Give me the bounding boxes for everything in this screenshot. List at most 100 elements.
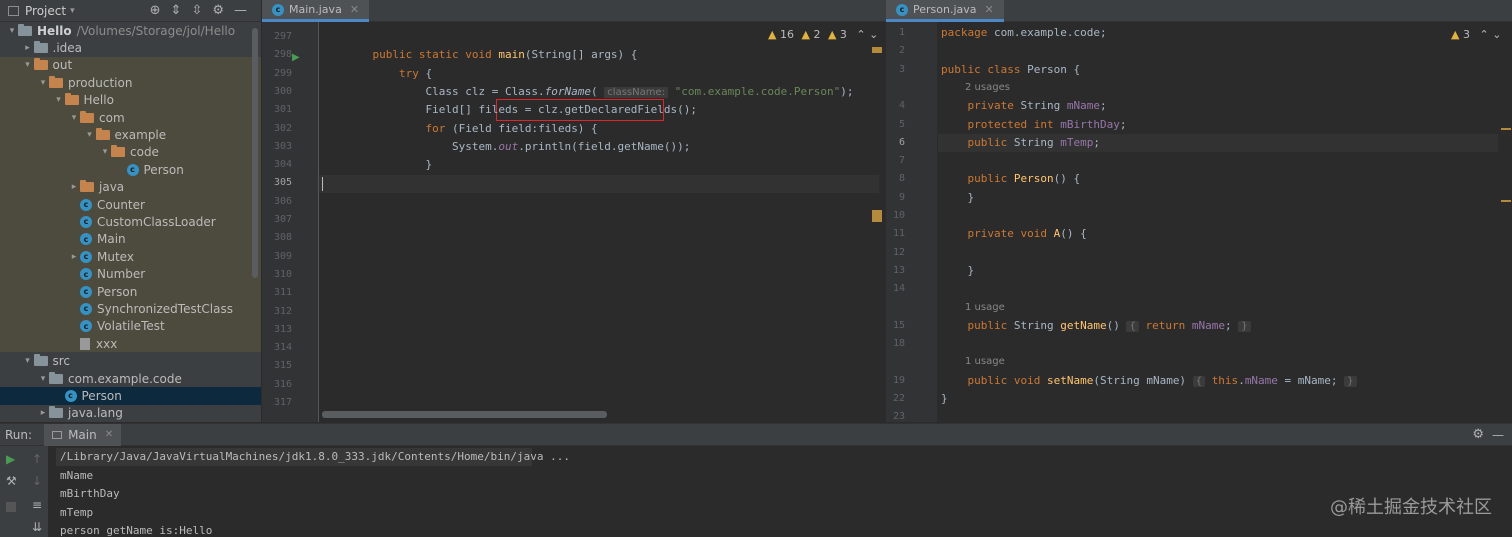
code-line[interactable]: } — [346, 158, 432, 171]
code-line[interactable]: } — [941, 392, 948, 405]
line-number: 306 — [273, 195, 292, 207]
stop-icon[interactable] — [6, 502, 16, 512]
code-line[interactable]: public static void main(String[] args) { — [346, 48, 638, 61]
code-line[interactable]: private void A() { — [941, 227, 1087, 240]
line-number: 312 — [273, 305, 292, 317]
tree-item[interactable]: xxx — [0, 335, 261, 353]
expand-icon[interactable]: ⇳ — [191, 3, 202, 18]
class-icon: c — [64, 389, 77, 402]
tree-item[interactable]: ▾ Hello/Volumes/Storage/jol/Hello — [0, 22, 261, 39]
folder-icon — [95, 128, 110, 141]
rerun-icon[interactable]: ▶ — [6, 452, 15, 466]
code-line[interactable]: public Person() { — [941, 172, 1081, 185]
down-arrow-icon[interactable]: ↓ — [32, 474, 42, 488]
usage-hint[interactable]: 2 usages — [965, 82, 1010, 93]
chevron-down-icon[interactable]: ▾ — [99, 147, 111, 157]
tree-item-label: xxx — [96, 336, 118, 351]
usage-hint[interactable]: 1 usage — [965, 356, 1005, 367]
chevron-down-icon[interactable]: ▾ — [37, 78, 49, 88]
tree-item[interactable]: ▾ src — [0, 352, 261, 369]
tree-item[interactable]: ▸ java.lang — [0, 405, 261, 422]
code-line[interactable]: public void setName(String mName) { this… — [941, 374, 1357, 387]
locate-icon[interactable]: ⊕ — [150, 3, 161, 18]
tree-item[interactable]: ▾ Hello — [0, 91, 261, 109]
dropdown-chevron-icon[interactable]: ▾ — [70, 6, 75, 16]
code-line[interactable]: } — [941, 264, 974, 277]
code-line[interactable]: package com.example.code; — [941, 26, 1107, 39]
chevron-right-icon[interactable]: ▸ — [37, 408, 49, 418]
chevron-down-icon[interactable]: ▾ — [37, 374, 49, 384]
main-editor-tabbar: c Main.java ✕ — [262, 0, 886, 22]
code-line[interactable]: try { — [346, 67, 432, 80]
code-line[interactable]: Class clz = Class.forName( className: "c… — [346, 85, 853, 98]
code-line[interactable]: public String mTemp; — [941, 136, 1100, 149]
inspection-summary[interactable]: ▲ 16 ▲ 2 ▲ 3 ⌃ ⌄ — [768, 28, 878, 41]
tree-item[interactable]: ▾ code — [0, 143, 261, 162]
tree-item[interactable]: c Main — [0, 230, 261, 249]
run-gutter-icon[interactable]: ▶ — [292, 52, 300, 63]
tree-item-label: Counter — [97, 197, 145, 212]
error-stripe — [1501, 128, 1511, 130]
usage-hint[interactable]: 1 usage — [965, 302, 1005, 313]
tree-item[interactable]: ▾ out — [0, 56, 261, 75]
main-editor[interactable]: ▲ 16 ▲ 2 ▲ 3 ⌃ ⌄ 297 298 public static vo… — [262, 22, 886, 422]
class-icon: c — [80, 268, 92, 281]
wrench-icon[interactable]: ⚒ — [6, 474, 17, 488]
up-arrow-icon[interactable]: ↑ — [32, 452, 42, 466]
hide-panel-icon[interactable]: — — [234, 3, 247, 18]
inspection-summary[interactable]: ▲ 3 ⌃ ⌄ — [1451, 28, 1501, 41]
gear-icon[interactable]: ⚙ — [1472, 427, 1484, 442]
chevron-down-icon[interactable]: ▾ — [68, 113, 80, 123]
chevron-right-icon[interactable]: ▸ — [22, 43, 34, 53]
chevron-down-icon[interactable]: ▾ — [22, 356, 34, 366]
chevron-down-icon[interactable]: ▾ — [6, 26, 18, 36]
tree-item[interactable]: ▸ c Mutex — [0, 248, 261, 266]
class-icon: c — [80, 320, 92, 333]
code-line[interactable]: Field[] fileds = clz.getDeclaredFields()… — [346, 103, 697, 116]
tree-item[interactable]: c Person — [0, 282, 261, 301]
hide-panel-icon[interactable]: — — [1492, 428, 1504, 442]
tree-item[interactable]: c Number — [0, 265, 261, 283]
collapse-all-icon[interactable]: ⇕ — [171, 3, 182, 18]
soft-wrap-icon[interactable]: ≡ — [32, 498, 42, 512]
run-config-tab[interactable]: Main ✕ — [44, 423, 122, 446]
chevron-right-icon[interactable]: ▸ — [68, 182, 80, 192]
code-line[interactable]: private String mName; — [941, 99, 1107, 112]
close-icon[interactable]: ✕ — [985, 3, 994, 16]
code-line[interactable]: System.out.println(field.getName()); — [346, 140, 690, 153]
tree-item[interactable]: c Counter — [0, 195, 261, 214]
code-line[interactable]: public String getName() { return mName; … — [941, 319, 1251, 332]
chevron-down-icon[interactable]: ▾ — [53, 95, 65, 105]
tree-item[interactable]: c Person — [0, 387, 261, 405]
chevron-down-icon: ⌄ — [869, 28, 879, 41]
gear-icon[interactable]: ⚙ — [212, 3, 224, 18]
tab-person-java[interactable]: c Person.java ✕ — [886, 0, 1004, 22]
tree-item[interactable]: ▾ example — [0, 126, 261, 144]
close-icon[interactable]: ✕ — [350, 3, 359, 16]
tree-item[interactable]: ▸ java — [0, 178, 261, 196]
tree-item[interactable]: ▾ com.example.code — [0, 370, 261, 387]
tree-item[interactable]: ▸ .idea — [0, 39, 261, 56]
person-editor[interactable]: ▲ 3 ⌃ ⌄ 1 package com.example.code; 2 3 publ… — [886, 22, 1512, 422]
code-line[interactable]: } — [941, 191, 974, 204]
chevron-right-icon[interactable]: ▸ — [68, 252, 80, 262]
chevron-down-icon[interactable]: ▾ — [22, 60, 34, 70]
folder-icon — [64, 93, 79, 106]
tree-item[interactable]: c VolatileTest — [0, 317, 261, 336]
tree-item[interactable]: ▾ production — [0, 74, 261, 92]
tree-item[interactable]: c CustomClassLoader — [0, 213, 261, 231]
close-icon[interactable]: ✕ — [105, 429, 113, 440]
chevron-down-icon[interactable]: ▾ — [84, 130, 96, 140]
code-line[interactable]: protected int mBirthDay; — [941, 118, 1127, 131]
code-line[interactable]: for (Field field:fileds) { — [346, 122, 597, 135]
project-scrollbar[interactable] — [252, 28, 258, 278]
tab-main-java[interactable]: c Main.java ✕ — [262, 0, 370, 22]
project-title[interactable]: Project — [25, 4, 66, 18]
horizontal-scrollbar[interactable] — [322, 411, 607, 418]
tree-item[interactable]: ▾ com — [0, 108, 261, 127]
code-line[interactable]: public class Person { — [941, 63, 1080, 76]
tree-item[interactable]: c SynchronizedTestClass — [0, 300, 261, 318]
tree-item[interactable]: c Person — [0, 161, 261, 179]
scroll-end-icon[interactable]: ⇊ — [32, 520, 42, 534]
line-number: 19 — [892, 374, 905, 386]
